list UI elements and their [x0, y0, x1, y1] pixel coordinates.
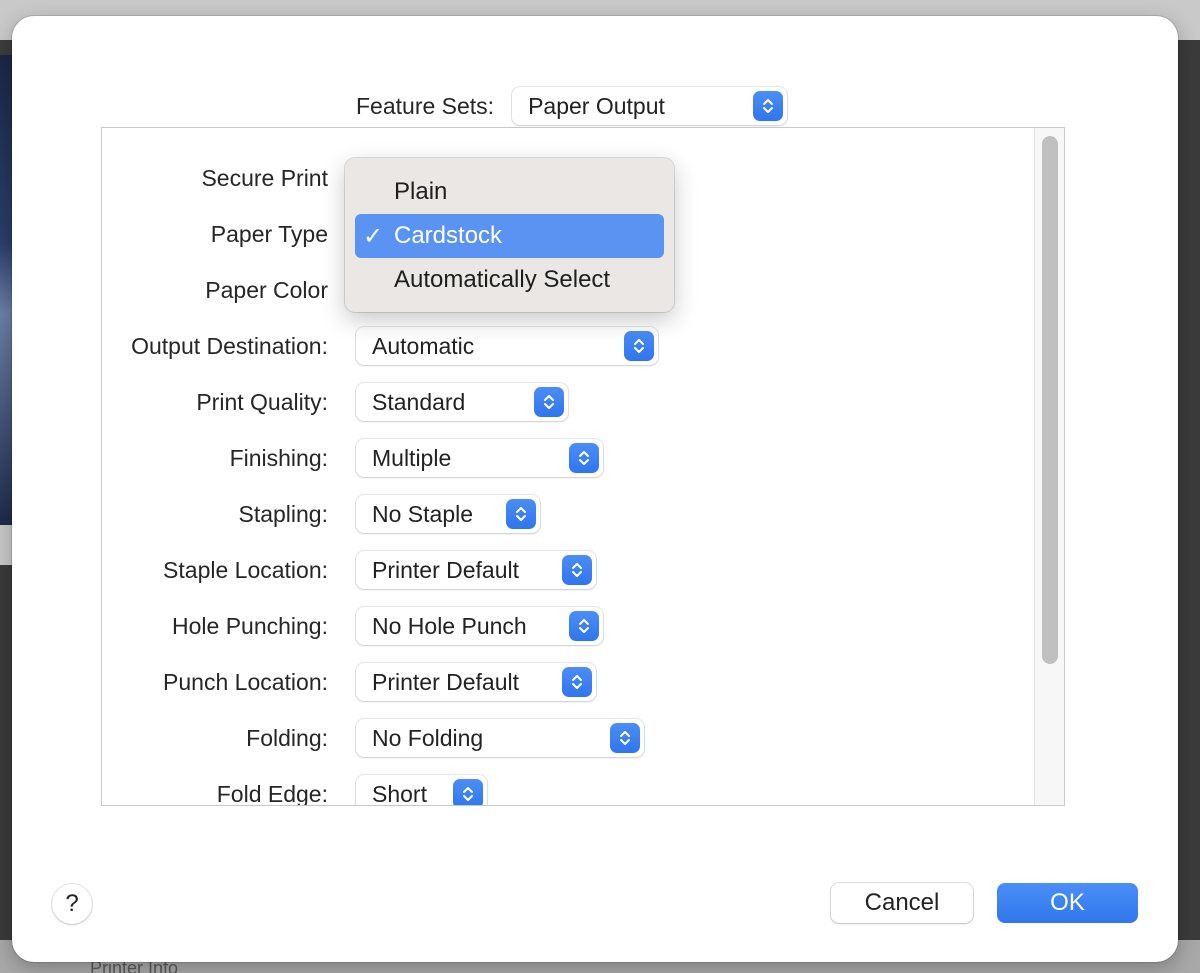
fold-edge-popup[interactable]: Short: [356, 775, 487, 806]
updown-chevron-icon: [506, 499, 536, 529]
folding-popup[interactable]: No Folding: [356, 719, 644, 757]
ok-button[interactable]: OK: [997, 883, 1138, 923]
paper-type-dropdown-menu: Plain ✓ Cardstock Automatically Select: [345, 158, 674, 312]
hole-punching-label: Hole Punching:: [172, 612, 328, 639]
cancel-button[interactable]: Cancel: [831, 883, 973, 923]
updown-chevron-icon: [753, 91, 784, 121]
scrollbar-track[interactable]: [1034, 128, 1064, 805]
fold-edge-value: Short: [372, 780, 427, 806]
output-destination-label: Output Destination:: [131, 332, 328, 359]
updown-chevron-icon: [569, 443, 599, 473]
finishing-popup[interactable]: Multiple: [356, 439, 603, 477]
updown-chevron-icon: [569, 611, 599, 641]
paper-color-label: Paper Color: [205, 276, 328, 303]
feature-sets-popup[interactable]: Paper Output: [512, 87, 788, 125]
setting-row-finishing: Finishing: Multiple: [102, 438, 603, 478]
updown-chevron-icon: [453, 779, 483, 805]
paper-type-label: Paper Type: [210, 220, 328, 247]
staple-location-value: Printer Default: [372, 556, 520, 583]
print-quality-value: Standard: [372, 388, 466, 415]
updown-chevron-icon: [624, 331, 654, 361]
feature-sets-label: Feature Sets:: [356, 92, 495, 119]
setting-row-output-destination: Output Destination: Automatic: [102, 326, 658, 366]
menu-item-cardstock[interactable]: ✓ Cardstock: [355, 214, 664, 258]
punch-location-label: Punch Location:: [163, 668, 328, 695]
punch-location-popup[interactable]: Printer Default: [356, 663, 596, 701]
checkmark-icon: ✓: [363, 223, 384, 250]
hole-punching-value: No Hole Punch: [372, 612, 527, 639]
output-destination-popup[interactable]: Automatic: [356, 327, 658, 365]
stapling-value: No Staple: [372, 500, 474, 527]
stapling-label: Stapling:: [238, 500, 328, 527]
background-right-panel: [1176, 40, 1200, 973]
feature-sets-value: Paper Output: [528, 92, 665, 119]
staple-location-popup[interactable]: Printer Default: [356, 551, 596, 589]
finishing-label: Finishing:: [229, 444, 328, 471]
setting-row-print-quality: Print Quality: Standard: [102, 382, 568, 422]
stapling-popup[interactable]: No Staple: [356, 495, 540, 533]
fold-edge-label: Fold Edge:: [216, 780, 328, 806]
setting-row-stapling: Stapling: No Staple: [102, 494, 540, 534]
background-photo-strip: [0, 55, 12, 525]
updown-chevron-icon: [562, 555, 592, 585]
background-left-dark-panel: [0, 565, 12, 973]
print-quality-popup[interactable]: Standard: [356, 383, 568, 421]
output-destination-value: Automatic: [372, 332, 475, 359]
updown-chevron-icon: [610, 723, 640, 753]
folding-value: No Folding: [372, 724, 484, 751]
updown-chevron-icon: [534, 387, 564, 417]
setting-row-folding: Folding: No Folding: [102, 718, 644, 758]
scrollbar-thumb[interactable]: [1042, 136, 1058, 664]
help-button[interactable]: ?: [52, 884, 92, 924]
updown-chevron-icon: [562, 667, 592, 697]
setting-row-fold-edge: Fold Edge: Short: [102, 774, 487, 806]
finishing-value: Multiple: [372, 444, 452, 471]
setting-row-punch-location: Punch Location: Printer Default: [102, 662, 596, 702]
background-left-panel: [0, 525, 12, 565]
menu-item-automatically-select[interactable]: Automatically Select: [355, 258, 664, 302]
setting-row-hole-punching: Hole Punching: No Hole Punch: [102, 606, 603, 646]
feature-sets-row: Feature Sets: Paper Output: [356, 86, 788, 126]
hole-punching-popup[interactable]: No Hole Punch: [356, 607, 603, 645]
print-quality-label: Print Quality:: [196, 388, 328, 415]
folding-label: Folding:: [246, 724, 328, 751]
setting-row-staple-location: Staple Location: Printer Default: [102, 550, 596, 590]
question-mark-icon: ?: [65, 890, 79, 917]
punch-location-value: Printer Default: [372, 668, 520, 695]
secure-print-label: Secure Print: [201, 164, 328, 191]
menu-item-plain[interactable]: Plain: [355, 170, 664, 214]
staple-location-label: Staple Location:: [163, 556, 328, 583]
